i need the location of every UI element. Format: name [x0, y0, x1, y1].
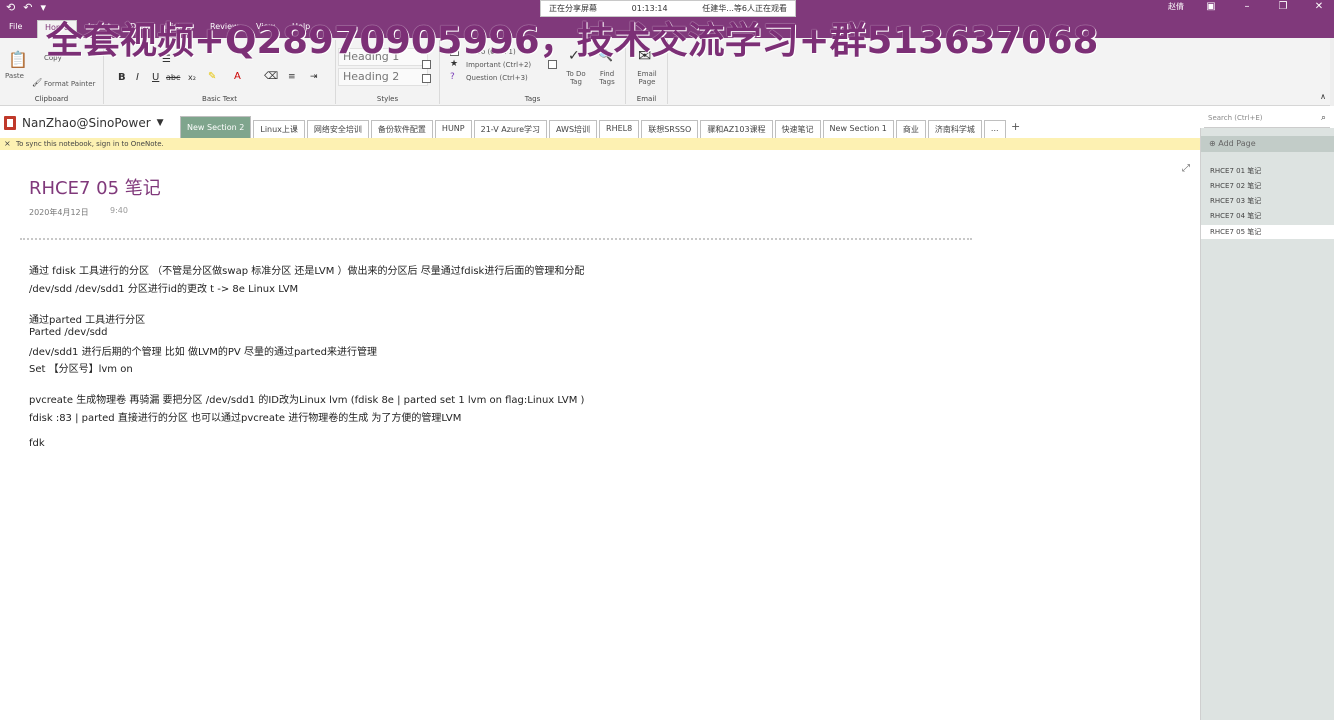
user-name[interactable]: 赵倩: [1168, 1, 1184, 12]
note-line[interactable]: /dev/sdd /dev/sdd1 分区进行id的更改 t -> 8e Lin…: [29, 280, 298, 295]
note-container-handle[interactable]: [20, 238, 972, 240]
section-tab[interactable]: 21-V Azure学习: [473, 120, 547, 138]
add-section-icon[interactable]: +: [1008, 120, 1024, 138]
format-painter-icon: 🖌: [32, 78, 43, 87]
notebook-icon: [4, 116, 16, 130]
section-tab[interactable]: New Section 1: [822, 120, 894, 138]
minimize-icon[interactable]: –: [1238, 1, 1256, 12]
clipboard-label: Clipboard: [34, 95, 69, 103]
email-page-button[interactable]: Email Page: [634, 70, 660, 86]
page-list-item[interactable]: RHCE7 03 笔记: [1210, 196, 1261, 206]
note-line[interactable]: 通过parted 工具进行分区: [29, 311, 145, 326]
section-tab[interactable]: 商业: [895, 120, 926, 138]
page-list-item[interactable]: RHCE7 02 笔记: [1210, 181, 1261, 191]
section-tab[interactable]: 联想SRSSO: [641, 120, 699, 138]
tag-question[interactable]: Question (Ctrl+3): [466, 74, 528, 82]
section-tab[interactable]: 网络安全培训: [306, 120, 369, 138]
page-list-item-active[interactable]: RHCE7 05 笔记: [1201, 225, 1334, 239]
sync-notification-bar: ⨯ To sync this notebook, sign in to OneN…: [0, 138, 1200, 150]
strikethrough-icon[interactable]: abc: [166, 73, 180, 82]
email-label: Email: [636, 95, 657, 103]
note-line[interactable]: Set 【分区号】lvm on: [29, 360, 133, 375]
search-input[interactable]: Search (Ctrl+E) ⌕: [1204, 110, 1330, 128]
section-tab[interactable]: Linux上课: [253, 120, 305, 138]
expand-icon[interactable]: ⤢: [1182, 163, 1190, 174]
section-tab[interactable]: 骤和AZ103课程: [700, 120, 773, 138]
page-list-item[interactable]: RHCE7 04 笔记: [1210, 211, 1261, 221]
basic-text-label: Basic Text: [202, 95, 237, 103]
section-tabs: New Section 2 Linux上课 网络安全培训 备份软件配置 HUNP…: [180, 116, 1024, 138]
clear-formatting-icon[interactable]: ⌫: [264, 71, 278, 82]
indent-icon[interactable]: ⇥: [310, 72, 318, 82]
page-date: 2020年4月12日: [29, 208, 89, 217]
section-tab[interactable]: RHEL8: [599, 120, 640, 138]
section-tab[interactable]: New Section 2: [180, 116, 252, 138]
undo-icon[interactable]: ↶: [23, 1, 32, 14]
subscript-icon[interactable]: x₂: [188, 73, 196, 82]
quick-access-toolbar: ⟲ ↶ ▾: [6, 1, 46, 14]
note-line[interactable]: fdk: [29, 438, 45, 449]
ribbon-scrollbar[interactable]: [1330, 38, 1334, 106]
note-line[interactable]: fdisk :83 | parted 直接进行的分区 也可以通过pvcreate…: [29, 409, 461, 424]
note-line[interactable]: /dev/sdd1 进行后期的个管理 比如 做LVM的PV 尽量的通过parte…: [29, 343, 377, 358]
italic-icon[interactable]: I: [136, 72, 139, 83]
align-icon[interactable]: ≡: [288, 72, 296, 82]
note-line[interactable]: pvcreate 生成物理卷 再骑漏 要把分区 /dev/sdd1 的ID改为L…: [29, 391, 584, 406]
section-tab[interactable]: HUNP: [434, 120, 472, 138]
tab-file[interactable]: File: [9, 22, 22, 31]
note-line[interactable]: Parted /dev/sdd: [29, 327, 107, 338]
add-page-icon: ⊕: [1209, 139, 1216, 148]
style-heading-2[interactable]: Heading 2: [338, 68, 428, 86]
section-tab[interactable]: 备份软件配置: [370, 120, 433, 138]
close-icon[interactable]: ✕: [1310, 1, 1328, 12]
ribbon-display-icon[interactable]: ▣: [1202, 1, 1220, 12]
add-page-button[interactable]: ⊕ Add Page: [1201, 136, 1334, 152]
chevron-down-icon: ▼: [156, 118, 164, 128]
video-watermark: 全套视频+Q28970905996，技术交流学习+群513637068: [46, 19, 1099, 62]
sync-message[interactable]: To sync this notebook, sign in to OneNot…: [16, 140, 164, 148]
styles-label: Styles: [376, 95, 399, 103]
maximize-icon[interactable]: ❐: [1274, 1, 1292, 12]
section-tab[interactable]: 快速笔记: [774, 120, 821, 138]
back-icon[interactable]: ⟲: [6, 1, 15, 14]
font-color-icon[interactable]: A: [234, 71, 241, 82]
collapse-ribbon-icon[interactable]: ∧: [1320, 92, 1326, 101]
notebook-bar: NanZhao@SinoPower ▼ New Section 2 Linux上…: [0, 106, 1334, 138]
notebook-name: NanZhao@SinoPower: [22, 116, 151, 130]
find-tags-button[interactable]: Find Tags: [596, 70, 618, 86]
onenote-window: ⟲ ↶ ▾ 正在分享屏幕 01:13:14 任建华...等6人正在观看 赵倩 ▣…: [0, 0, 1334, 720]
notebook-selector[interactable]: NanZhao@SinoPower ▼: [4, 116, 164, 130]
paste-icon[interactable]: 📋: [8, 50, 28, 69]
add-page-label: Add Page: [1218, 139, 1256, 148]
page-list-pane: ⊕ Add Page RHCE7 01 笔记 RHCE7 02 笔记 RHCE7…: [1200, 128, 1334, 720]
todo-tag-button[interactable]: To Do Tag: [564, 70, 588, 86]
note-line[interactable]: 通过 fdisk 工具进行的分区 （不管是分区做swap 标准分区 还是LVM …: [29, 262, 584, 277]
more-sections-tab[interactable]: ...: [983, 120, 1006, 138]
question-icon: ?: [450, 72, 455, 82]
underline-icon[interactable]: U: [152, 72, 159, 83]
paste-button[interactable]: Paste: [5, 72, 24, 80]
search-icon[interactable]: ⌕: [1321, 113, 1326, 123]
tags-label: Tags: [524, 95, 541, 103]
styles-more-icon[interactable]: [422, 74, 431, 83]
page-title[interactable]: RHCE7 05 笔记: [29, 174, 161, 200]
bold-icon[interactable]: B: [118, 72, 126, 83]
page-time: 9:40: [110, 206, 128, 215]
search-placeholder: Search (Ctrl+E): [1208, 114, 1263, 122]
page-canvas[interactable]: RHCE7 05 笔记 2020年4月12日 9:40 ⤢ 通过 fdisk 工…: [0, 150, 1200, 720]
section-tab[interactable]: 济南科学城: [927, 120, 982, 138]
section-tab[interactable]: AWS培训: [549, 120, 598, 138]
window-controls: 赵倩 ▣ – ❐ ✕: [1168, 1, 1328, 12]
format-painter-button[interactable]: Format Painter: [44, 80, 95, 88]
highlight-icon[interactable]: ✎: [208, 71, 216, 82]
page-list-item[interactable]: RHCE7 01 笔记: [1210, 166, 1261, 176]
warning-icon: ⨯: [4, 139, 11, 148]
